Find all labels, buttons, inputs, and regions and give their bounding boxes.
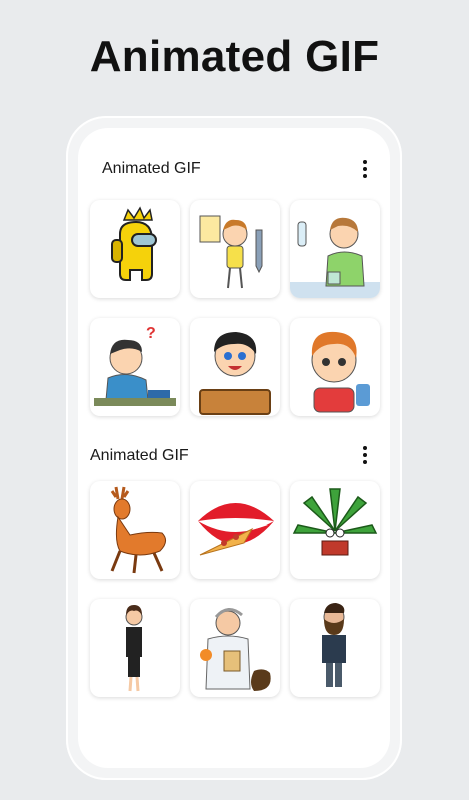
section-title: Animated GIF [90,447,189,464]
svg-text:?: ? [146,325,156,342]
gif-tile-boy-with-notepad[interactable] [190,200,280,298]
gif-tile-boy-scientist[interactable] [290,200,380,298]
gif-tile-boy-thinking-desk[interactable]: ? [90,318,180,416]
gif-tile-bearded-man[interactable] [290,599,380,697]
page-headline: Animated GIF [89,32,380,81]
more-options-icon[interactable] [359,444,371,468]
gif-tile-schoolboy-backpack[interactable] [290,318,380,416]
gif-tile-among-us-crewmate[interactable] [90,200,180,298]
more-options-icon[interactable] [359,158,371,182]
gif-tile-mouth-eating-pizza[interactable] [190,481,280,579]
gif-tile-cannabis-leaf-reading[interactable] [290,481,380,579]
gif-tile-businesswoman[interactable] [90,599,180,697]
section-title: Animated GIF [102,160,201,177]
gif-tile-deer[interactable] [90,481,180,579]
gif-tile-boy-with-sign[interactable] [190,318,280,416]
gif-tile-doctor-with-money-bag[interactable] [190,599,280,697]
